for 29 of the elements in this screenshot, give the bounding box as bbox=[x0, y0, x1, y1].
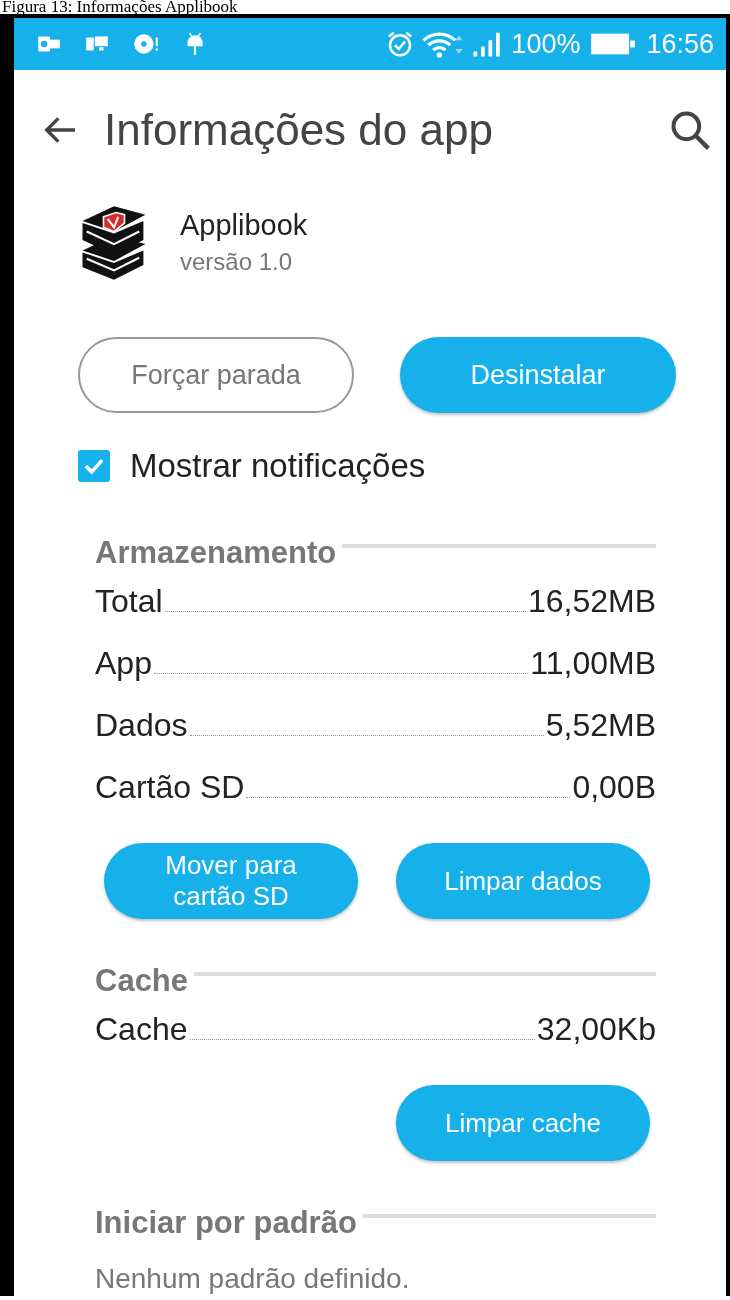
action-button[interactable]: Mover para cartão SD bbox=[104, 843, 358, 919]
section-title: Cache bbox=[95, 963, 189, 999]
checkbox[interactable] bbox=[78, 450, 110, 482]
row-value: 0,00B bbox=[572, 769, 656, 806]
action-button[interactable]: Limpar dados bbox=[396, 843, 650, 919]
battery-percent: 100% bbox=[511, 28, 581, 60]
row-label: Cache bbox=[95, 1011, 188, 1048]
figure-caption: Figura 13: Informações Applibook bbox=[1, 0, 239, 14]
row-value: 11,00MB bbox=[530, 645, 656, 682]
section-title: Armazenamento bbox=[95, 535, 337, 571]
clock: 16:56 bbox=[646, 28, 714, 60]
row-label: Dados bbox=[95, 707, 188, 744]
screen-title: Informações do app bbox=[104, 105, 494, 155]
section-title: Iniciar por padrão bbox=[95, 1205, 357, 1241]
action-button[interactable]: Limpar cache bbox=[396, 1085, 650, 1161]
section-description: Nenhum padrão definido. bbox=[95, 1263, 411, 1295]
action-button[interactable]: Forçar parada bbox=[78, 337, 354, 413]
action-button[interactable]: Desinstalar bbox=[400, 337, 676, 413]
app-version: versão 1.0 bbox=[180, 247, 294, 276]
row-label: Total bbox=[95, 583, 163, 620]
checkbox-label: Mostrar notificações bbox=[130, 447, 426, 485]
disc-alert-icon bbox=[132, 31, 160, 57]
app-name: Applibook bbox=[180, 208, 308, 242]
row-value: 16,52MB bbox=[527, 583, 656, 620]
row-value: 32,00Kb bbox=[536, 1011, 656, 1048]
row-label: Cartão SD bbox=[95, 769, 245, 806]
search-icon[interactable] bbox=[668, 108, 712, 152]
row-label: App bbox=[95, 645, 152, 682]
row-value: 5,52MB bbox=[545, 707, 656, 744]
